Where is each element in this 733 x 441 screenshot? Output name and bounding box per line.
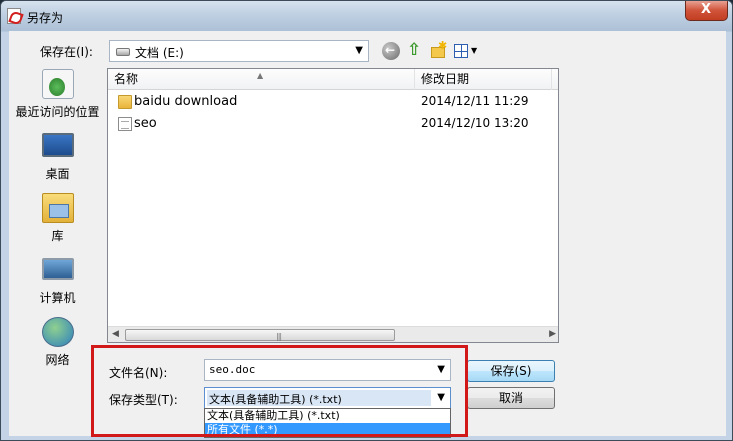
new-folder-button[interactable]: ✱ — [430, 39, 448, 60]
close-icon: X — [701, 2, 712, 17]
up-folder-icon: ⇧ — [407, 40, 422, 60]
pdf-app-icon — [7, 8, 21, 24]
filetype-label: 保存类型(T): — [109, 393, 178, 407]
places-bar: 最近访问的位置 桌面 库 计算机 网络 — [9, 69, 106, 369]
horizontal-scrollbar[interactable]: ◀ ||| ▶ — [108, 326, 558, 342]
file-date: 2014/12/11 11:29 — [421, 94, 529, 108]
place-desktop[interactable]: 桌面 — [9, 131, 106, 189]
place-label: 桌面 — [45, 167, 70, 181]
save-in-value: 文档 (E:) — [135, 46, 184, 60]
folder-icon — [118, 95, 132, 109]
place-network[interactable]: 网络 — [9, 317, 106, 375]
filetype-option-highlighted[interactable]: 所有文件 (*.*) — [205, 423, 450, 437]
filetype-value: 文本(具备辅助工具) (*.txt) — [209, 393, 342, 406]
back-button[interactable]: ← — [382, 42, 400, 60]
save-as-dialog: 另存为 X 保存在(I): 文档 (E:) ▼ ← ⇧ ✱ ▼ 最近访问的位置 — [0, 0, 733, 441]
title-bar[interactable]: 另存为 X — [1, 1, 732, 31]
filename-field[interactable]: seo.doc ▼ — [204, 359, 451, 381]
close-button[interactable]: X — [685, 1, 728, 21]
sort-ascending-icon: ▲ — [257, 71, 264, 80]
place-recent[interactable]: 最近访问的位置 — [9, 69, 106, 127]
chevron-down-icon: ▼ — [355, 45, 363, 56]
dialog-body: 保存在(I): 文档 (E:) ▼ ← ⇧ ✱ ▼ 最近访问的位置 桌面 库 计… — [9, 31, 726, 438]
file-list-header: 名称 ▲ 修改日期 [ — [108, 69, 558, 90]
scroll-right-icon[interactable]: ▶ — [549, 329, 556, 339]
place-label: 库 — [51, 229, 64, 243]
filetype-combo[interactable]: 文本(具备辅助工具) (*.txt) ▼ — [204, 387, 451, 409]
grip-icon: ||| — [276, 332, 282, 341]
place-label: 网络 — [45, 353, 70, 367]
chevron-down-icon: ▼ — [471, 46, 478, 55]
drive-icon — [116, 48, 130, 56]
filetype-option[interactable]: 文本(具备辅助工具) (*.txt) — [205, 409, 450, 423]
chevron-down-icon[interactable]: ▼ — [437, 392, 445, 403]
save-in-combo[interactable]: 文档 (E:) ▼ — [109, 40, 369, 62]
column-header-date[interactable]: 修改日期 — [415, 69, 552, 90]
file-row[interactable]: baidu download 2014/12/11 11:29 — [108, 91, 558, 113]
file-list[interactable]: 名称 ▲ 修改日期 [ baidu download 2014/12/11 11… — [107, 68, 559, 343]
file-date: 2014/12/10 13:20 — [421, 116, 529, 130]
file-name: baidu download — [134, 94, 238, 109]
computer-icon — [42, 258, 74, 280]
network-icon — [42, 317, 74, 347]
save-in-label: 保存在(I): — [40, 45, 93, 59]
library-icon — [42, 193, 74, 223]
recent-places-icon — [42, 69, 74, 99]
cancel-button[interactable]: 取消 — [467, 387, 555, 409]
place-computer[interactable]: 计算机 — [9, 255, 106, 313]
place-label: 计算机 — [39, 291, 76, 305]
file-name: seo — [134, 116, 157, 131]
place-library[interactable]: 库 — [9, 193, 106, 251]
view-menu-icon — [454, 44, 468, 58]
scroll-left-icon[interactable]: ◀ — [112, 329, 119, 339]
view-menu-button[interactable]: ▼ — [453, 42, 479, 60]
file-row[interactable]: seo 2014/12/10 13:20 — [108, 113, 558, 135]
desktop-icon — [42, 133, 74, 157]
back-icon: ← — [385, 43, 396, 57]
column-header-type[interactable]: [ — [552, 69, 558, 90]
filename-label: 文件名(N): — [109, 366, 168, 380]
save-button[interactable]: 保存(S) — [467, 360, 555, 382]
column-header-name[interactable]: 名称 ▲ — [108, 69, 415, 90]
scrollbar-thumb[interactable]: ||| — [125, 329, 395, 341]
sparkle-icon: ✱ — [438, 39, 448, 52]
chevron-down-icon[interactable]: ▼ — [437, 364, 445, 375]
filetype-dropdown: 文本(具备辅助工具) (*.txt) 所有文件 (*.*) — [204, 408, 451, 438]
document-icon — [118, 117, 132, 131]
place-label: 最近访问的位置 — [15, 105, 100, 119]
up-folder-button[interactable]: ⇧ — [406, 40, 424, 60]
window-title: 另存为 — [27, 11, 64, 25]
column-name-label: 名称 — [114, 72, 139, 86]
filename-value: seo.doc — [209, 363, 256, 376]
